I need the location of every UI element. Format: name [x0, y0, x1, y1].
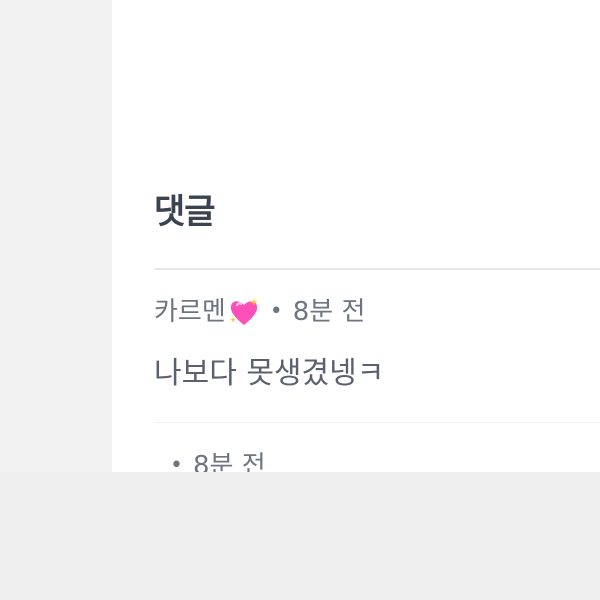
comment-author[interactable]: 카르멘 [154, 294, 226, 330]
comment-meta: • 8분 전 [170, 448, 266, 472]
bottom-background [0, 472, 600, 600]
meta-separator: • [269, 299, 283, 324]
divider [154, 268, 600, 270]
comments-section: 댓글 카르멘 • 8분 전 나보다 못생겼넹ㅋ • 8분 전 [112, 0, 600, 472]
meta-separator: • [170, 453, 183, 472]
divider [154, 422, 600, 423]
comment-time: 8분 전 [192, 451, 266, 472]
comments-title: 댓글 [154, 192, 216, 232]
comment-text: 나보다 못생겼넹ㅋ [154, 356, 385, 391]
sparkling-heart-icon [228, 296, 260, 328]
comment-meta: 카르멘 • 8분 전 [154, 294, 365, 330]
page: 댓글 카르멘 • 8분 전 나보다 못생겼넹ㅋ • 8분 전 [0, 0, 600, 600]
left-gutter [0, 0, 112, 472]
comment-time: 8분 전 [292, 297, 366, 327]
